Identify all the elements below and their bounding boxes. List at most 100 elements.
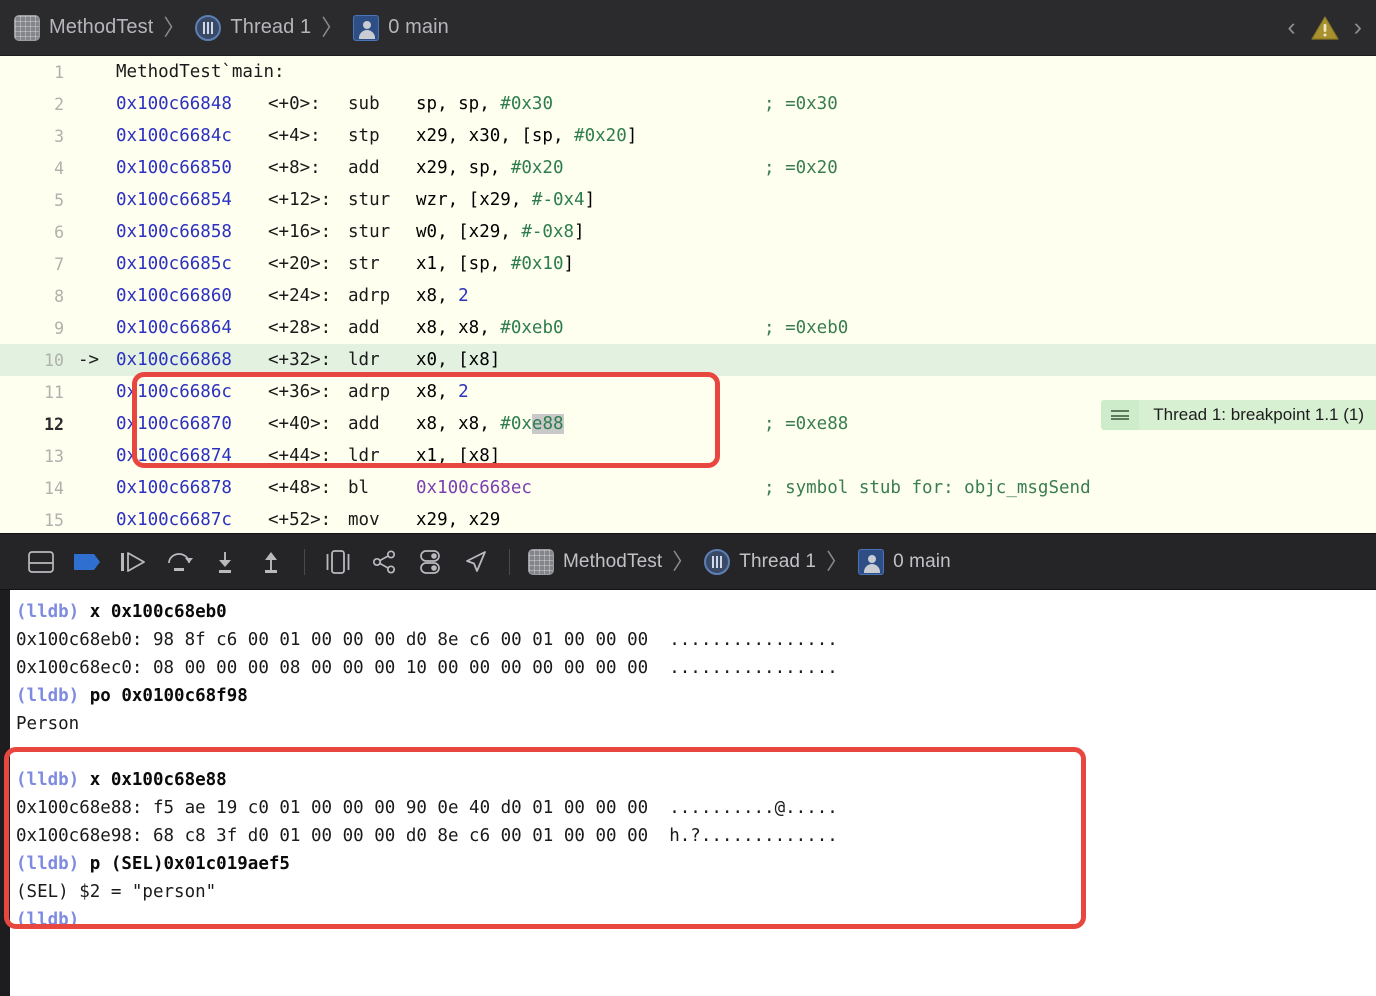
line-number: 8	[54, 286, 64, 306]
nav-forward-icon[interactable]: ›	[1354, 15, 1362, 40]
assembly-code: 0x100c6686c <+36>: adrp x8, 2	[116, 382, 1376, 402]
instruction-comment: ; =0x20	[764, 158, 838, 178]
assembly-row[interactable]: 15 0x100c6687c <+52>: mov x29, x29	[0, 504, 1376, 533]
thread-icon	[195, 14, 222, 41]
debug-breadcrumb-item-thread[interactable]: Thread 1	[704, 548, 816, 575]
instruction-mnemonic: ldr	[348, 350, 380, 370]
line-number: 11	[44, 382, 64, 402]
project-icon	[14, 14, 40, 41]
breakpoint-annotation-label: Thread 1: breakpoint 1.1 (1)	[1139, 400, 1376, 430]
instruction-operands: sp, sp, #0x30	[416, 94, 553, 114]
line-number: 4	[54, 158, 64, 178]
instruction-address: 0x100c66854	[116, 190, 232, 210]
instruction-address: 0x100c6687c	[116, 510, 232, 530]
instruction-operands: x29, x30, [sp, #0x20]	[416, 126, 638, 146]
breadcrumb-item-thread[interactable]: Thread 1	[195, 14, 311, 41]
step-out-button[interactable]	[248, 542, 294, 582]
lldb-prompt: (lldb)	[16, 910, 80, 930]
toggle-debug-area-button[interactable]	[18, 542, 64, 582]
instruction-operands: x29, x29	[416, 510, 501, 530]
console-command-line: (lldb) p (SEL)0x01c019aef5	[16, 850, 1376, 878]
instruction-offset: <+44>:	[268, 446, 332, 466]
assembly-row[interactable]: 8 0x100c66860 <+24>: adrp x8, 2	[0, 280, 1376, 312]
instruction-comment: ; =0xeb0	[764, 318, 849, 338]
project-icon-2	[528, 548, 554, 575]
lldb-prompt: (lldb)	[16, 854, 80, 874]
instruction-mnemonic: mov	[348, 510, 380, 530]
assembly-editor[interactable]: 1 MethodTest`main: 2 0x100c66848 <+0>: sub s…	[0, 56, 1376, 533]
assembly-code: 0x100c66854 <+12>: stur wzr, [x29, #-0x4]	[116, 190, 1376, 210]
instruction-offset: <+32>:	[268, 350, 332, 370]
warning-triangle-icon[interactable]	[1310, 15, 1340, 41]
instruction-address: 0x100c66874	[116, 446, 232, 466]
assembly-row[interactable]: 6 0x100c66858 <+16>: stur w0, [x29, #-0x8]	[0, 216, 1376, 248]
program-counter-arrow: ->	[78, 350, 100, 370]
assembly-row[interactable]: 2 0x100c66848 <+0>: sub sp, sp, #0x30 ; =0x30	[0, 88, 1376, 120]
line-number: 6	[54, 222, 64, 242]
instruction-offset: <+36>:	[268, 382, 332, 402]
instruction-mnemonic: str	[348, 254, 380, 274]
console-command-text: x 0x100c68eb0	[79, 602, 227, 622]
debug-view-hierarchy-button[interactable]	[315, 542, 361, 582]
instruction-offset: <+20>:	[268, 254, 332, 274]
toolbar-divider-2	[509, 548, 510, 575]
debug-toolbar: MethodTest 〉 Thread 1 〉 0 main	[0, 533, 1376, 590]
instruction-address: 0x100c66858	[116, 222, 232, 242]
debug-breadcrumb-item-frame[interactable]: 0 main	[858, 548, 951, 575]
console-output-text: 0x100c68e98: 68 c8 3f d0 01 00 00 00 d0 …	[16, 826, 838, 846]
location-arrow-icon[interactable]	[453, 542, 499, 582]
assembly-row[interactable]: 10 -> 0x100c66868 <+32>: ldr x0, [x8]	[0, 344, 1376, 376]
instruction-offset: <+52>:	[268, 510, 332, 530]
instruction-address: 0x100c66878	[116, 478, 232, 498]
assembly-row[interactable]: 13 0x100c66874 <+44>: ldr x1, [x8]	[0, 440, 1376, 472]
instruction-mnemonic: add	[348, 158, 380, 178]
assembly-header-row: 1 MethodTest`main:	[0, 56, 1376, 88]
nav-back-icon[interactable]: ‹	[1287, 15, 1295, 40]
lldb-console[interactable]: (lldb) x 0x100c68eb0 0x100c68eb0: 98 8f c…	[0, 590, 1376, 996]
thread-icon-2	[704, 548, 731, 575]
instruction-mnemonic: bl	[348, 478, 370, 498]
debug-memory-graph-button[interactable]	[361, 542, 407, 582]
assembly-row[interactable]: 14 0x100c66878 <+48>: bl 0x100c668ec ; symbol…	[0, 472, 1376, 504]
instruction-comment: ; symbol stub for: objc_msgSend	[764, 478, 1091, 498]
line-number: 13	[44, 446, 64, 466]
assembly-row[interactable]: 7 0x100c6685c <+20>: str x1, [sp, #0x10]	[0, 248, 1376, 280]
instruction-mnemonic: stur	[348, 190, 391, 210]
assembly-row[interactable]: 5 0x100c66854 <+12>: stur wzr, [x29, #-0x4]	[0, 184, 1376, 216]
breakpoints-toggle-button[interactable]	[64, 542, 110, 582]
continue-button[interactable]	[110, 542, 156, 582]
environment-overrides-button[interactable]	[407, 542, 453, 582]
breakpoint-annotation-badge[interactable]: Thread 1: breakpoint 1.1 (1)	[1101, 400, 1376, 430]
step-into-button[interactable]	[202, 542, 248, 582]
instruction-operands: wzr, [x29, #-0x4]	[416, 190, 596, 210]
breadcrumb-label-frame: 0 main	[388, 16, 449, 38]
instruction-offset: <+40>:	[268, 414, 332, 434]
assembly-code: 0x100c66874 <+44>: ldr x1, [x8]	[116, 446, 1376, 466]
jump-bar-controls: ‹ ›	[1287, 15, 1362, 41]
hamburger-icon[interactable]	[1101, 400, 1140, 430]
assembly-row[interactable]: 4 0x100c66850 <+8>: add x29, sp, #0x20 ; =0x2…	[0, 152, 1376, 184]
console-lines: (lldb) x 0x100c68eb0 0x100c68eb0: 98 8f c…	[8, 598, 1376, 934]
instruction-offset: <+12>:	[268, 190, 332, 210]
instruction-mnemonic: add	[348, 414, 380, 434]
breadcrumb-item-project[interactable]: MethodTest	[14, 14, 154, 41]
console-command-line: (lldb) x 0x100c68e88	[16, 766, 1376, 794]
assembly-row[interactable]: 3 0x100c6684c <+4>: stp x29, x30, [sp, #0x20…	[0, 120, 1376, 152]
breadcrumb-label-project: MethodTest	[49, 16, 154, 38]
person-icon	[353, 14, 380, 41]
assembly-row[interactable]: 9 0x100c66864 <+28>: add x8, x8, #0xeb0 ; =0x…	[0, 312, 1376, 344]
debug-breadcrumb-item-project[interactable]: MethodTest	[528, 548, 663, 575]
breadcrumb-item-frame[interactable]: 0 main	[353, 14, 449, 41]
lldb-prompt: (lldb)	[16, 770, 80, 790]
step-over-button[interactable]	[156, 542, 202, 582]
instruction-address: 0x100c6686c	[116, 382, 232, 402]
chevron-right-icon: 〉	[163, 14, 186, 40]
instruction-address: 0x100c66850	[116, 158, 232, 178]
breadcrumb: MethodTest 〉 Thread 1 〉 0 main	[14, 14, 1287, 41]
instruction-operands: x8, 2	[416, 382, 469, 402]
debug-breadcrumb-label-project: MethodTest	[563, 550, 663, 572]
instruction-address: 0x100c66868	[116, 350, 232, 370]
instruction-mnemonic: ldr	[348, 446, 380, 466]
toolbar-divider-1	[304, 548, 305, 575]
